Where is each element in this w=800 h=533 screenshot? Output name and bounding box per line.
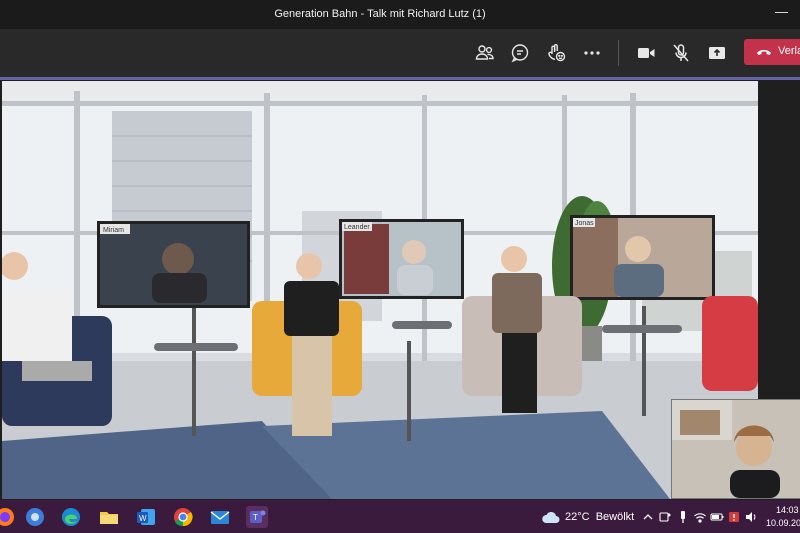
mail-icon[interactable] <box>209 506 231 528</box>
meet-now-icon[interactable] <box>658 510 672 524</box>
svg-text:T: T <box>253 513 258 522</box>
cloud-icon <box>542 511 560 523</box>
toolbar-divider <box>618 40 619 66</box>
main-video: Miriam Leander Jonas <box>2 81 758 499</box>
word-icon[interactable]: W <box>135 506 157 528</box>
clock-time: 14:03 <box>776 505 799 515</box>
firefox-icon[interactable] <box>0 506 16 528</box>
taskbar: W T 22°C Bewölkt 14:03 10.09.20 <box>0 500 800 533</box>
taskbar-clock[interactable]: 14:03 10.09.20 <box>760 504 800 530</box>
usb-device-icon[interactable] <box>676 510 690 524</box>
share-icon[interactable] <box>705 41 729 65</box>
participants-icon[interactable] <box>473 41 497 65</box>
leave-button[interactable]: Verla <box>744 39 800 65</box>
clock-date: 10.09.20 <box>766 518 800 528</box>
file-explorer-icon[interactable] <box>98 506 120 528</box>
more-icon[interactable] <box>580 41 604 65</box>
security-alert-icon[interactable] <box>727 510 741 524</box>
screen-label-center: Leander <box>344 224 370 231</box>
chromium-icon[interactable] <box>24 506 46 528</box>
weather-widget[interactable]: 22°C Bewölkt <box>541 509 641 525</box>
screen-label-left: Miriam <box>103 227 124 234</box>
teams-icon[interactable]: T <box>246 506 268 528</box>
window-title: Generation Bahn - Talk mit Richard Lutz … <box>274 8 486 20</box>
chat-icon[interactable] <box>508 41 532 65</box>
chevron-up-icon[interactable] <box>641 510 655 524</box>
volume-icon[interactable] <box>744 510 758 524</box>
meeting-stage: Miriam Leander Jonas <box>0 77 800 500</box>
title-bar: Generation Bahn - Talk mit Richard Lutz … <box>0 0 800 29</box>
wifi-icon[interactable] <box>693 510 707 524</box>
hang-up-icon <box>757 50 771 55</box>
mic-off-icon[interactable] <box>669 41 693 65</box>
leave-label: Verla <box>778 45 800 57</box>
meeting-toolbar: Verla <box>0 29 800 77</box>
minimize-button[interactable]: — <box>775 4 788 19</box>
svg-text:W: W <box>139 514 147 523</box>
camera-icon[interactable] <box>634 41 658 65</box>
reactions-icon[interactable] <box>544 41 568 65</box>
stage-accent-bar <box>0 77 800 80</box>
weather-text: 22°C Bewölkt <box>565 511 635 523</box>
battery-icon[interactable] <box>710 510 724 524</box>
chrome-icon[interactable] <box>172 506 194 528</box>
self-view-video[interactable] <box>671 399 800 499</box>
screen-label-right: Jonas <box>575 220 594 227</box>
edge-icon[interactable] <box>60 506 82 528</box>
